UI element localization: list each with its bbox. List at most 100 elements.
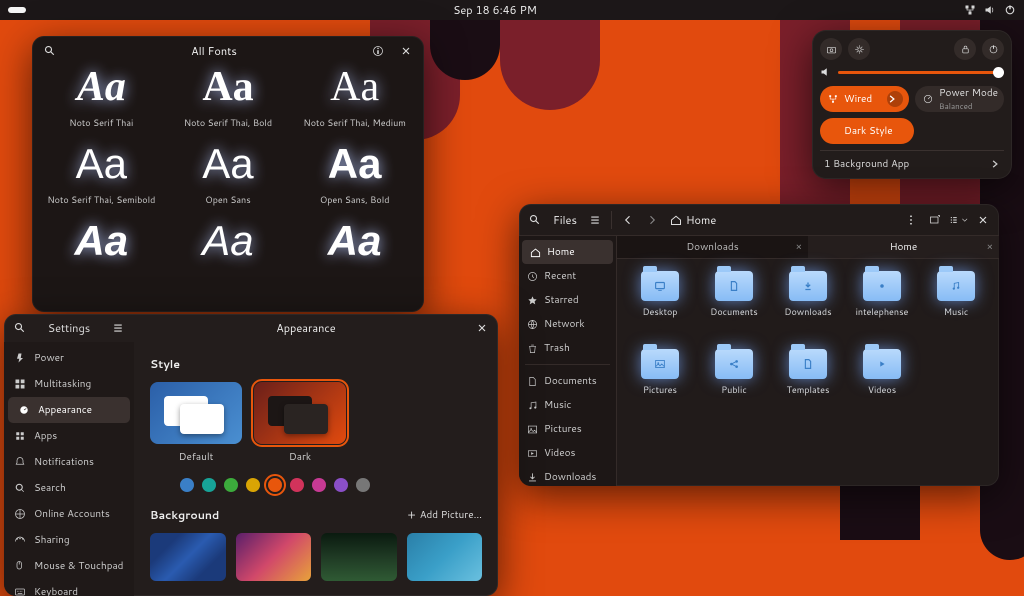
sidebar-item-apps[interactable]: Apps <box>4 423 134 449</box>
font-sample: Aa <box>328 143 382 185</box>
style-option-dark[interactable]: Dark <box>254 382 346 464</box>
sidebar-item-power[interactable]: Power <box>4 345 134 371</box>
search-button[interactable] <box>40 41 60 61</box>
font-cell[interactable]: Aa <box>167 220 290 278</box>
font-cell[interactable]: AaNoto Serif Thai, Medium <box>293 66 416 137</box>
background-thumb[interactable] <box>321 533 397 581</box>
sidebar-item-multitasking[interactable]: Multitasking <box>4 371 134 397</box>
sidebar-item-search[interactable]: Search <box>4 475 134 501</box>
system-tray[interactable] <box>964 4 1016 16</box>
background-apps-row[interactable]: 1 Background App <box>820 150 1004 171</box>
accent-colors <box>150 478 482 492</box>
network-icon <box>527 319 538 330</box>
wired-toggle[interactable]: Wired <box>820 86 909 112</box>
add-picture-button[interactable]: +Add Picture… <box>408 506 483 523</box>
tab-close[interactable]: × <box>987 240 993 254</box>
sidebar-item-network[interactable]: Network <box>519 312 616 336</box>
sidebar-item-mouse-&-touchpad[interactable]: Mouse & Touchpad <box>4 553 134 579</box>
sidebar-item-downloads[interactable]: Downloads <box>519 465 616 486</box>
tab-home[interactable]: Home× <box>808 236 999 258</box>
sidebar-item-starred[interactable]: Starred <box>519 288 616 312</box>
settings-search-button[interactable] <box>10 318 30 338</box>
font-cell[interactable]: AaOpen Sans <box>167 143 290 214</box>
files-sidebar-menu[interactable] <box>585 210 605 230</box>
wired-expand[interactable] <box>887 91 903 107</box>
sidebar-item-appearance[interactable]: Appearance <box>8 397 130 423</box>
accent-color[interactable] <box>246 478 260 492</box>
folder-pictures[interactable]: Pictures <box>623 349 697 421</box>
accent-color[interactable] <box>180 478 194 492</box>
background-thumb[interactable] <box>236 533 312 581</box>
info-button[interactable] <box>368 41 388 61</box>
files-close-button[interactable] <box>973 210 993 230</box>
accent-color[interactable] <box>202 478 216 492</box>
nav-forward-button[interactable] <box>642 210 662 230</box>
accent-color[interactable] <box>356 478 370 492</box>
folder-videos[interactable]: Videos <box>845 349 919 421</box>
sidebar-item-notifications[interactable]: Notifications <box>4 449 134 475</box>
font-cell[interactable]: Aa <box>293 220 416 278</box>
nav-icon <box>14 534 26 546</box>
font-cell[interactable]: AaNoto Serif Thai, Semibold <box>40 143 163 214</box>
accent-color[interactable] <box>268 478 282 492</box>
view-menu[interactable] <box>949 210 969 230</box>
accent-color[interactable] <box>334 478 348 492</box>
folder-label: Videos <box>868 383 896 396</box>
files-main-menu[interactable] <box>901 210 921 230</box>
lock-button[interactable] <box>954 38 976 60</box>
folder-downloads[interactable]: Downloads <box>771 271 845 343</box>
background-thumb[interactable] <box>407 533 483 581</box>
folder-public[interactable]: Public <box>697 349 771 421</box>
kebab-icon <box>905 214 917 226</box>
folder-desktop[interactable]: Desktop <box>623 271 697 343</box>
music-icon <box>527 400 538 411</box>
tab-close[interactable]: × <box>796 240 802 254</box>
font-cell[interactable]: AaNoto Serif Thai, Bold <box>167 66 290 137</box>
clock[interactable]: Sep 18 6:46 PM <box>453 2 537 18</box>
sidebar-item-music[interactable]: Music <box>519 393 616 417</box>
dark-style-toggle[interactable]: Dark Style <box>820 118 914 144</box>
folder-icon <box>715 271 753 301</box>
menu-icon <box>112 322 124 334</box>
nav-back-button[interactable] <box>618 210 638 230</box>
fonts-window: All Fonts AaNoto Serif ThaiAaNoto Serif … <box>32 36 424 312</box>
files-search-button[interactable] <box>525 210 545 230</box>
font-cell[interactable]: AaNoto Serif Thai <box>40 66 163 137</box>
screenshot-button[interactable] <box>820 38 842 60</box>
path-bar[interactable]: Home <box>670 212 716 228</box>
videos-icon <box>527 448 538 459</box>
sidebar-item-trash[interactable]: Trash <box>519 336 616 360</box>
folder-music[interactable]: Music <box>919 271 993 343</box>
sidebar-item-home[interactable]: Home <box>522 240 613 264</box>
settings-close-button[interactable] <box>472 318 492 338</box>
accent-color[interactable] <box>290 478 304 492</box>
folder-templates[interactable]: Templates <box>771 349 845 421</box>
background-thumb[interactable] <box>150 533 226 581</box>
sidebar-item-sharing[interactable]: Sharing <box>4 527 134 553</box>
folder-icon <box>863 271 901 301</box>
settings-menu[interactable] <box>108 318 128 338</box>
files-tabbar: Downloads×Home× <box>617 236 999 259</box>
activities-pill[interactable] <box>8 7 26 13</box>
sidebar-item-keyboard[interactable]: Keyboard <box>4 579 134 596</box>
volume-slider[interactable] <box>838 71 1004 74</box>
sidebar-item-online-accounts[interactable]: Online Accounts <box>4 501 134 527</box>
font-cell[interactable]: AaOpen Sans, Bold <box>293 143 416 214</box>
accent-color[interactable] <box>312 478 326 492</box>
tab-downloads[interactable]: Downloads× <box>617 236 808 258</box>
folder-documents[interactable]: Documents <box>697 271 771 343</box>
accent-color[interactable] <box>224 478 238 492</box>
power-mode-toggle[interactable]: Power Mode Balanced <box>915 86 1004 112</box>
font-cell[interactable]: Aa <box>40 220 163 278</box>
sidebar-item-pictures[interactable]: Pictures <box>519 417 616 441</box>
new-tab-button[interactable] <box>925 210 945 230</box>
close-button[interactable] <box>396 41 416 61</box>
sidebar-item-documents[interactable]: Documents <box>519 369 616 393</box>
sidebar-item-videos[interactable]: Videos <box>519 441 616 465</box>
style-option-default[interactable]: Default <box>150 382 242 464</box>
settings-button[interactable] <box>848 38 870 60</box>
folder-intelephense[interactable]: intelephense <box>845 271 919 343</box>
font-sample: Aa <box>77 66 126 108</box>
power-button[interactable] <box>982 38 1004 60</box>
sidebar-item-recent[interactable]: Recent <box>519 264 616 288</box>
